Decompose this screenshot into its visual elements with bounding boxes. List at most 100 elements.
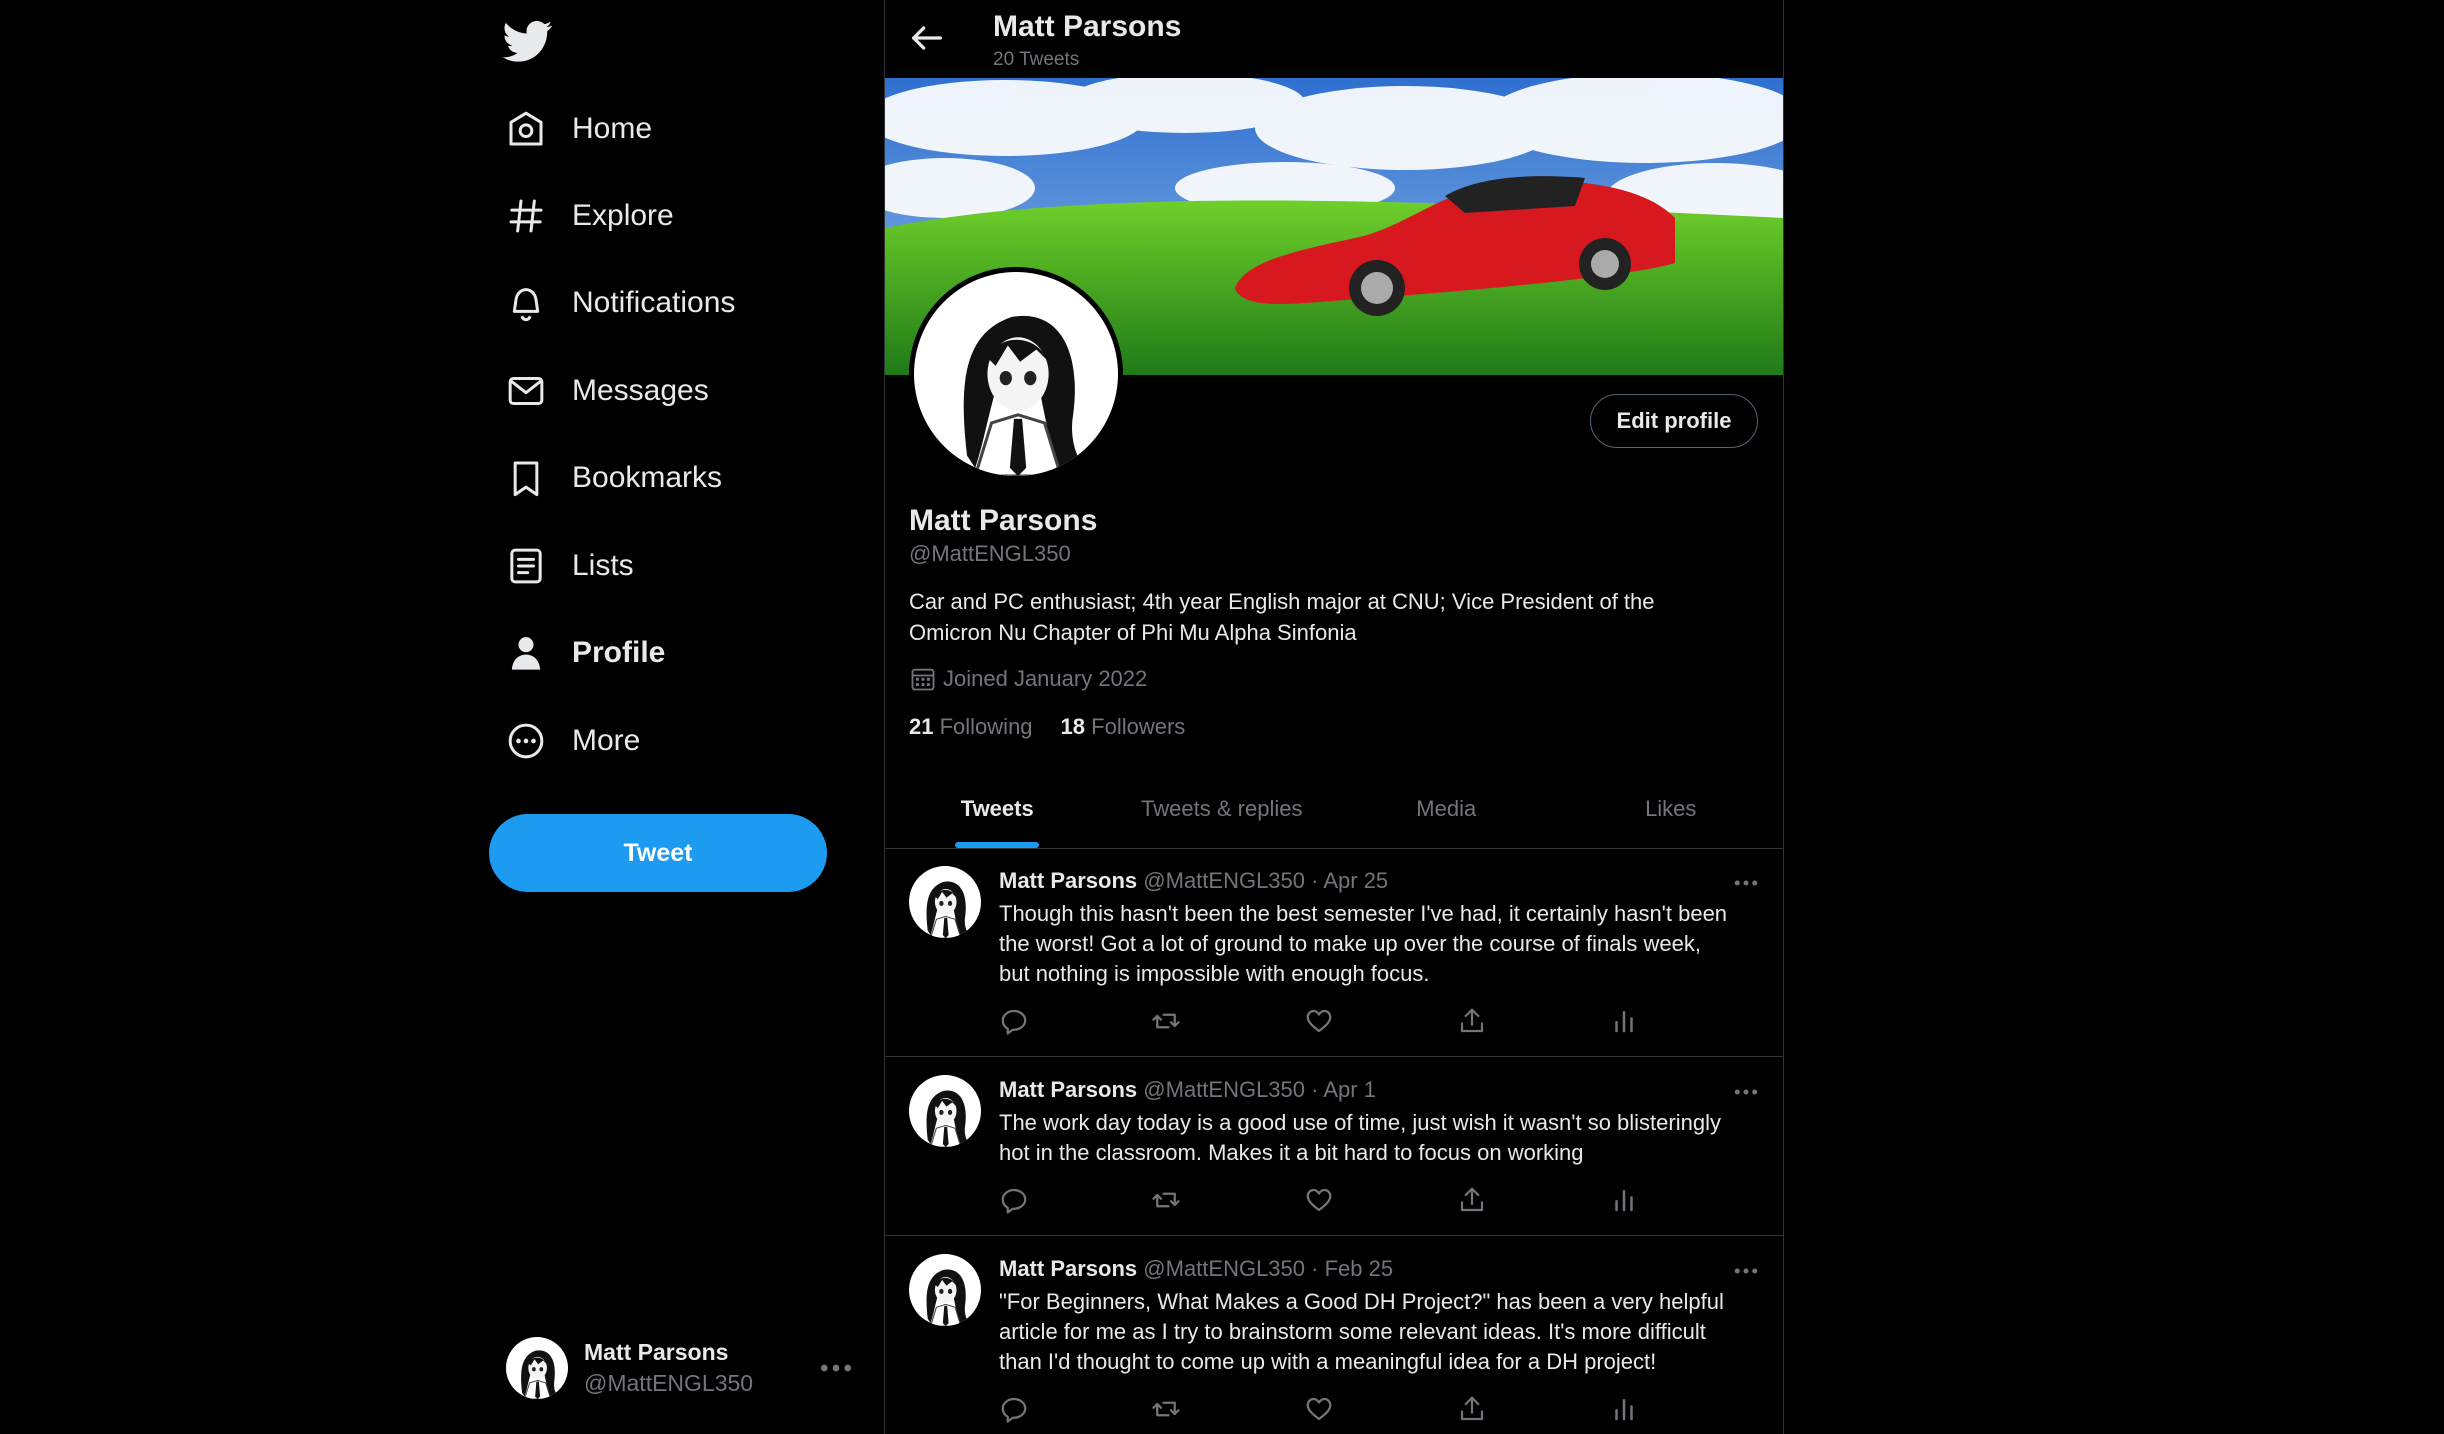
tweet-text: Though this hasn't been the best semeste… bbox=[999, 899, 1769, 989]
profile-tabs: Tweets Tweets & replies Media Likes bbox=[885, 770, 1783, 849]
followers-count: 18 bbox=[1060, 714, 1086, 739]
tweet-line: article for me as I try to brainstorm so… bbox=[999, 1319, 1706, 1344]
like-icon[interactable] bbox=[1304, 1006, 1334, 1036]
analytics-icon[interactable] bbox=[1609, 1185, 1639, 1215]
analytics-icon[interactable] bbox=[1609, 1394, 1639, 1424]
analytics-icon[interactable] bbox=[1609, 1006, 1639, 1036]
tab-tweets-and-replies[interactable]: Tweets & replies bbox=[1110, 770, 1335, 848]
tweet-line: the worst! Got a lot of ground to make u… bbox=[999, 931, 1701, 956]
nav-home[interactable]: Home bbox=[490, 93, 668, 165]
twitter-logo-icon[interactable] bbox=[503, 16, 553, 66]
tweet-author[interactable]: Matt Parsons bbox=[999, 1077, 1137, 1102]
more-options-icon[interactable] bbox=[816, 1348, 856, 1388]
reply-icon[interactable] bbox=[999, 1394, 1029, 1424]
nav-bookmarks[interactable]: Bookmarks bbox=[490, 442, 738, 514]
account-handle: @MattENGL350 bbox=[584, 1370, 754, 1396]
tweet-actions bbox=[999, 1185, 1699, 1215]
tweet-text: The work day today is a good use of time… bbox=[999, 1108, 1769, 1168]
tweet[interactable]: Matt Parsons @MattENGL350 · Apr 1 The wo… bbox=[885, 1057, 1783, 1236]
nav-lists-label: Lists bbox=[572, 549, 634, 582]
profile-header-bar: Matt Parsons 20 Tweets bbox=[885, 0, 1783, 78]
account-name: Matt Parsons bbox=[584, 1339, 729, 1365]
like-icon[interactable] bbox=[1304, 1185, 1334, 1215]
tab-likes[interactable]: Likes bbox=[1559, 770, 1784, 848]
tweet-line: "For Beginners, What Makes a Good DH Pro… bbox=[999, 1289, 1724, 1314]
tweet[interactable]: Matt Parsons @MattENGL350 · Apr 25 Thoug… bbox=[885, 848, 1783, 1057]
following-link[interactable]: 21 Following bbox=[909, 714, 1033, 740]
edit-profile-button[interactable]: Edit profile bbox=[1590, 394, 1758, 448]
calendar-icon bbox=[911, 668, 935, 691]
nav-notifications-label: Notifications bbox=[572, 286, 736, 319]
reply-icon[interactable] bbox=[999, 1185, 1029, 1215]
nav-profile-label: Profile bbox=[572, 636, 666, 669]
header-tweet-count: 20 Tweets bbox=[993, 49, 1080, 70]
tweet-author[interactable]: Matt Parsons bbox=[999, 868, 1137, 893]
tweet-header: Matt Parsons @MattENGL350 · Apr 25 bbox=[999, 868, 1388, 894]
nav-home-label: Home bbox=[572, 112, 653, 145]
tab-media-label: Media bbox=[1416, 796, 1477, 821]
tweet-line: than I'd thought to come up with a meani… bbox=[999, 1349, 1657, 1374]
tweet-actions bbox=[999, 1006, 1699, 1036]
more-options-icon[interactable] bbox=[1731, 868, 1761, 898]
envelope-icon bbox=[508, 377, 544, 405]
share-icon[interactable] bbox=[1457, 1185, 1487, 1215]
like-icon[interactable] bbox=[1304, 1394, 1334, 1424]
tweet-header: Matt Parsons @MattENGL350 · Feb 25 bbox=[999, 1256, 1393, 1282]
retweet-icon[interactable] bbox=[1151, 1006, 1181, 1036]
joined-date: Joined January 2022 bbox=[909, 665, 1147, 693]
retweet-icon[interactable] bbox=[1151, 1394, 1181, 1424]
hashtag-icon bbox=[509, 199, 543, 233]
bio-line: Car and PC enthusiast; 4th year English … bbox=[909, 589, 1655, 614]
avatar[interactable] bbox=[909, 866, 981, 938]
back-arrow-icon[interactable] bbox=[907, 18, 947, 58]
tweet-line: but nothing is impossible with enough fo… bbox=[999, 961, 1430, 986]
tab-tweets-label: Tweets bbox=[960, 796, 1034, 821]
tweet-line: The work day today is a good use of time… bbox=[999, 1110, 1721, 1135]
header-name: Matt Parsons bbox=[993, 10, 1182, 43]
tab-likes-label: Likes bbox=[1645, 796, 1697, 821]
nav-bookmarks-label: Bookmarks bbox=[572, 461, 723, 494]
account-switcher[interactable]: Matt Parsons @MattENGL350 bbox=[490, 1320, 862, 1416]
nav-profile[interactable]: Profile bbox=[490, 617, 681, 689]
bell-icon bbox=[512, 288, 540, 322]
avatar[interactable] bbox=[909, 1254, 981, 1326]
followers-label: Followers bbox=[1091, 714, 1186, 739]
nav-notifications[interactable]: Notifications bbox=[490, 267, 751, 339]
following-label: Following bbox=[939, 714, 1033, 739]
nav-lists[interactable]: Lists bbox=[490, 530, 650, 602]
retweet-icon[interactable] bbox=[1151, 1185, 1181, 1215]
tab-replies-label: Tweets & replies bbox=[1141, 796, 1303, 821]
more-options-icon[interactable] bbox=[1731, 1256, 1761, 1286]
joined-label: Joined January 2022 bbox=[943, 666, 1148, 691]
nav-more[interactable]: More bbox=[490, 705, 656, 777]
following-count: 21 bbox=[909, 714, 934, 739]
tweet-meta: @MattENGL350 · Apr 1 bbox=[1143, 1077, 1376, 1102]
tweet-line: hot in the classroom. Makes it a bit har… bbox=[999, 1140, 1584, 1165]
tweet-author[interactable]: Matt Parsons bbox=[999, 1256, 1137, 1281]
more-options-icon[interactable] bbox=[1731, 1077, 1761, 1107]
tab-tweets[interactable]: Tweets bbox=[885, 770, 1110, 848]
nav-explore[interactable]: Explore bbox=[490, 180, 690, 252]
tweet-text: "For Beginners, What Makes a Good DH Pro… bbox=[999, 1287, 1769, 1377]
profile-avatar[interactable] bbox=[909, 267, 1123, 481]
tab-media[interactable]: Media bbox=[1334, 770, 1559, 848]
share-icon[interactable] bbox=[1457, 1006, 1487, 1036]
list-icon bbox=[510, 548, 542, 584]
more-circle-icon bbox=[508, 723, 544, 759]
tweet-header: Matt Parsons @MattENGL350 · Apr 1 bbox=[999, 1077, 1376, 1103]
tweet-meta: @MattENGL350 · Feb 25 bbox=[1143, 1256, 1394, 1281]
share-icon[interactable] bbox=[1457, 1394, 1487, 1424]
tweet[interactable]: Matt Parsons @MattENGL350 · Feb 25 "For … bbox=[885, 1236, 1783, 1434]
profile-handle: @MattENGL350 bbox=[909, 541, 1071, 566]
profile-name: Matt Parsons bbox=[909, 504, 1098, 537]
nav-messages-label: Messages bbox=[572, 374, 709, 407]
home-icon bbox=[509, 111, 543, 146]
nav-more-label: More bbox=[572, 724, 641, 757]
followers-link[interactable]: 18 Followers bbox=[1061, 714, 1186, 740]
reply-icon[interactable] bbox=[999, 1006, 1029, 1036]
tweet-button[interactable]: Tweet bbox=[489, 814, 827, 892]
avatar[interactable] bbox=[909, 1075, 981, 1147]
tweet-line: Though this hasn't been the best semeste… bbox=[999, 901, 1728, 926]
nav-messages[interactable]: Messages bbox=[490, 355, 725, 427]
bookmark-icon bbox=[513, 461, 539, 497]
